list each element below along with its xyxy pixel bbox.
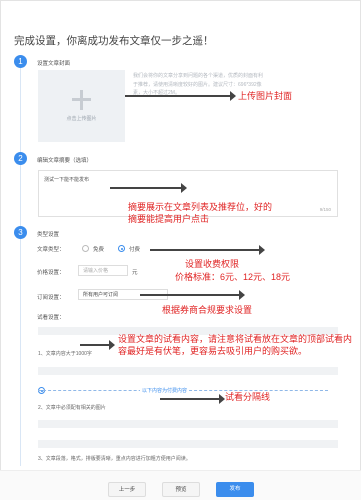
page-title: 完成设置，你离成功发布文章仅一步之遥！	[14, 35, 214, 47]
plus-icon	[72, 98, 91, 101]
step-3-badge: 3	[14, 226, 27, 239]
annotation-subscription-note: 根据券商合规要求设置	[162, 305, 253, 315]
summary-char-counter: 9/150	[319, 207, 331, 212]
step-connector-line	[20, 164, 21, 226]
preview-placeholder-bar	[38, 440, 338, 448]
step-connector-line	[20, 66, 21, 154]
price-input[interactable]: 请输入价格	[78, 265, 128, 276]
radio-paid[interactable]	[118, 245, 125, 252]
annotation-summary-note: 摘要展示在文章列表及推荐位，好的摘要能提高用户点击	[128, 202, 273, 224]
radio-free[interactable]	[82, 245, 89, 252]
preview-placeholder-bar	[38, 420, 338, 428]
preview-rule-3: 3、文章段落，格式，排版要清晰，重点内容进行加粗方便用户阅读。	[38, 456, 191, 462]
preview-divider-label: 以下内容为付费内容	[140, 387, 190, 394]
cover-upload-area[interactable]: 点击上传图片	[38, 70, 125, 142]
article-type-label: 文章类型：	[37, 247, 65, 253]
annotation-preview-note: 设置文章的试看内容，请注意将试看放在文章的顶部试看内容最好是有伏笔，更容易去吸引…	[118, 334, 353, 356]
step-2-badge: 2	[14, 152, 27, 165]
price-label: 价格设置：	[37, 270, 65, 276]
annotation-arrow	[150, 245, 265, 255]
annotation-arrow	[80, 340, 115, 350]
annotation-arrow	[110, 183, 187, 193]
step-1-badge: 1	[14, 55, 27, 68]
prev-step-button[interactable]: 上一步	[108, 482, 146, 497]
preview-label: 试看设置：	[37, 315, 65, 321]
preview-rule-1: 1、文章内容大于1000字	[38, 351, 92, 357]
annotation-pricing-standard: 价格标准：6元、12元、18元	[175, 272, 291, 282]
preview-rule-2: 2、文章中必须配有相关的图片	[38, 405, 106, 411]
step-3-label: 类型设置	[37, 232, 60, 238]
summary-text: 测试一下能不能发布	[44, 177, 90, 183]
preview-placeholder-bar	[38, 367, 338, 375]
price-unit: 元	[132, 270, 138, 276]
step-2-label: 编辑文章摘要（选填）	[37, 158, 93, 164]
annotation-arrow	[140, 290, 245, 300]
publish-button[interactable]: 发布	[216, 482, 254, 497]
radio-free-label: 免费	[93, 247, 105, 253]
step-connector-line	[20, 236, 21, 466]
annotation-divider-note: 试看分隔线	[225, 392, 271, 402]
upload-label: 点击上传图片	[66, 116, 97, 122]
annotation-pricing-title: 设置收费权限	[185, 259, 240, 269]
preview-button[interactable]: 预览	[162, 482, 200, 497]
annotation-arrow	[160, 394, 225, 404]
radio-paid-label: 付费	[129, 247, 141, 253]
annotation-arrow	[125, 91, 236, 101]
subscription-label: 订阅设置：	[37, 295, 65, 301]
subscription-value: 所有用户可订阅	[83, 292, 119, 298]
annotation-upload-cover: 上传图片封面	[238, 91, 293, 101]
step-1-label: 设置文章封面	[37, 61, 71, 67]
